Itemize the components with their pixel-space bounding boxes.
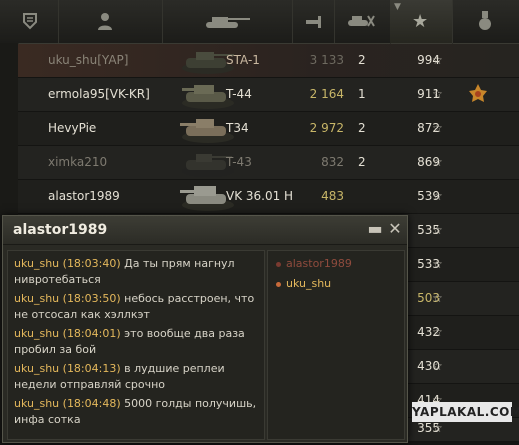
player-column-header[interactable] [58,0,163,43]
chat-message: uku_shu (18:03:40) Да ты прям нагнул нив… [14,256,258,288]
xp-star-icon: ☆ [432,257,443,271]
tank-icon [202,14,252,30]
message-text: в лудшие реплеи [124,362,225,375]
table-row[interactable]: ermola95[VK-KR] T-44 2 164 1 911 ☆ [18,78,519,112]
chat-message: uku_shu (18:04:13) в лудшие реплеи недел… [14,361,258,393]
chat-title: alastor1989 [13,222,108,238]
message-author: uku_shu (18:03:50) [14,292,121,305]
kills-value: 1 [358,87,366,101]
table-header: ▼ ★ [0,0,519,44]
chat-message: uku_shu (18:04:01) это вообще два раза п… [14,326,258,358]
message-text: Да ты прям нагнул [124,257,235,270]
damage-column-header[interactable] [292,0,335,43]
player-icon [98,12,112,30]
watermark: YAPLAKAL.COM [412,402,519,422]
xp-star-icon: ☆ [432,189,443,203]
table-row[interactable]: ximka210 T-43 832 2 869 ☆ [18,146,519,180]
message-author: uku_shu (18:04:13) [14,362,121,375]
kills-value: 2 [358,155,366,169]
minimize-icon[interactable]: ▬ [367,220,383,238]
xp-star-icon: ★ [412,11,429,32]
message-text: инфа сотка [14,413,81,426]
table-row[interactable]: alastor1989 VK 36.01 H 483 539 ☆ [18,180,519,214]
kills-column-header[interactable] [334,0,391,43]
tank-column-header[interactable] [162,0,293,43]
damage-value: 2 164 [309,87,344,101]
player-name: uku_shu[YAP] [48,53,129,67]
damage-value: 832 [321,155,344,169]
message-text: 5000 голды получишь, [124,397,257,410]
medal-icon [466,78,490,111]
chat-user-list: alastor1989 uku_shu [267,250,405,440]
message-text: нивротебаться [14,273,101,286]
message-author: uku_shu (18:04:01) [14,327,121,340]
medal-column-header[interactable] [452,0,519,43]
platoon-icon [22,12,38,30]
xp-star-icon: ☆ [432,291,443,305]
xp-column-header[interactable]: ▼ ★ [390,0,453,43]
message-text: небось расстроен, что [124,292,255,305]
kills-value [358,180,378,213]
chat-user-name: uku_shu [286,277,332,290]
xp-star-icon: ☆ [432,223,443,237]
xp-star-icon: ☆ [432,359,443,373]
medal-icon [478,11,492,31]
message-text: недели отправляй срочно [14,378,166,391]
chat-user-name: alastor1989 [286,257,352,270]
xp-star-icon: ☆ [432,121,443,135]
table-row[interactable]: HevyPie T34 2 972 2 872 ☆ [18,112,519,146]
message-text: не отсосал как хэллкэт [14,308,150,321]
player-name: ermola95[VK-KR] [48,87,150,101]
xp-star-icon: ☆ [432,155,443,169]
chat-messages[interactable]: uku_shu (18:03:40) Да ты прям нагнул нив… [7,250,265,440]
message-author: uku_shu (18:04:48) [14,397,121,410]
message-text: пробил за бой [14,343,97,356]
status-dot-icon [276,281,281,287]
player-name: ximka210 [48,155,108,169]
damage-icon [306,14,322,30]
damage-value: 2 972 [309,121,344,135]
status-dot-icon [276,261,281,267]
player-name: HevyPie [48,121,97,135]
close-icon[interactable]: ✕ [387,220,403,238]
message-author: uku_shu (18:03:40) [14,257,121,270]
table-row[interactable]: uku_shu[YAP] STA-1 3 133 2 994 ☆ [18,44,519,78]
damage-value: 483 [321,189,344,203]
chat-title-bar[interactable]: alastor1989 ▬ ✕ [3,216,407,245]
sort-arrow-icon: ▼ [394,2,401,12]
kills-icon [346,14,376,28]
player-name: alastor1989 [48,189,120,203]
chat-window[interactable]: alastor1989 ▬ ✕ uku_shu (18:03:40) Да ты… [2,215,408,443]
message-text: это вообще два раза [124,327,245,340]
kills-value: 2 [358,121,366,135]
chat-message: uku_shu (18:03:50) небось расстроен, что… [14,291,258,323]
platoon-column-header[interactable] [0,0,59,43]
chat-user[interactable]: uku_shu [276,277,331,290]
xp-star-icon: ☆ [432,87,443,101]
damage-value: 3 133 [309,53,344,67]
xp-star-icon: ☆ [432,325,443,339]
kills-value: 2 [358,53,366,67]
chat-user[interactable]: alastor1989 [276,257,352,270]
xp-star-icon: ☆ [432,53,443,67]
chat-message: uku_shu (18:04:48) 5000 голды получишь, … [14,396,258,428]
